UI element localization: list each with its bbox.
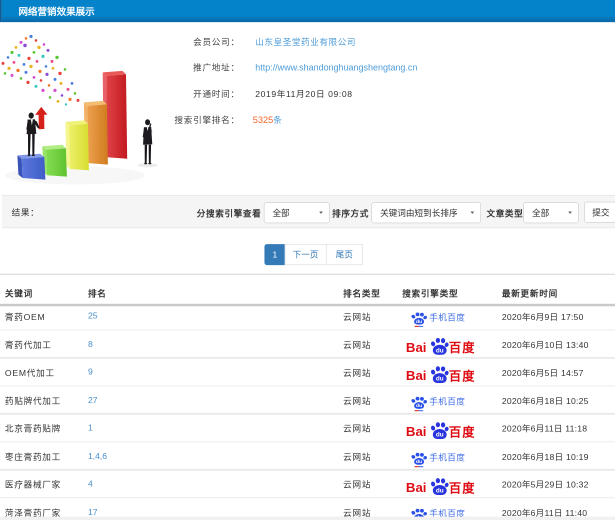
svg-text:Bai: Bai [407,424,427,439]
svg-text:du: du [436,347,444,354]
svg-text:Bai: Bai [407,480,427,495]
svg-text:du: du [436,375,444,382]
svg-text:百度: 百度 [449,424,474,439]
svg-text:百度: 百度 [449,480,474,495]
svg-text:du: du [416,459,422,464]
svg-text:du: du [416,319,422,324]
svg-text:du: du [416,403,422,408]
svg-text:du: du [436,487,444,494]
svg-text:du: du [436,431,444,438]
svg-text:百度: 百度 [449,340,474,355]
svg-text:Bai: Bai [407,368,427,383]
svg-text:百度: 百度 [449,368,474,383]
svg-text:Bai: Bai [407,340,427,355]
